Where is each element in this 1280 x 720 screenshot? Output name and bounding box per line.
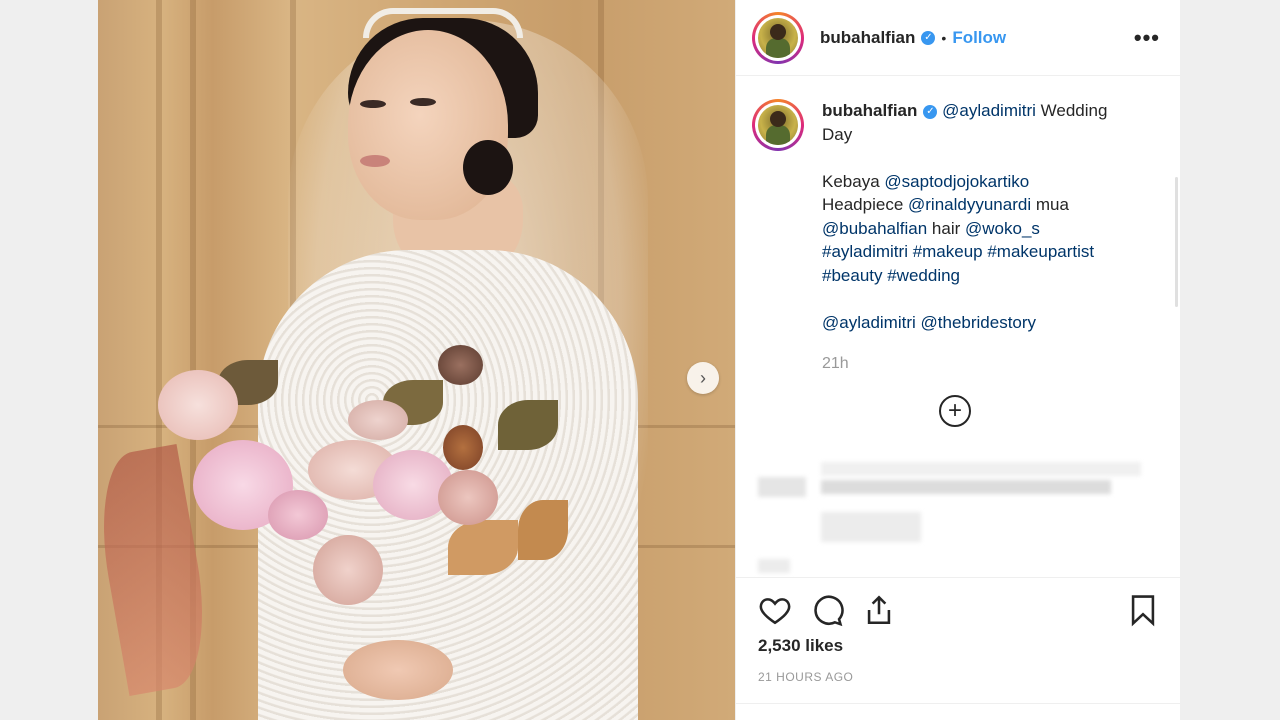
rose (348, 400, 408, 440)
action-icons (758, 578, 1160, 642)
post-actions: 2,530 likes 21 HOURS AGO (736, 577, 1180, 720)
lips (360, 155, 390, 167)
leaf (448, 520, 518, 575)
avatar-image (758, 105, 798, 145)
peony (268, 490, 328, 540)
mention-link[interactable]: @woko_s (965, 219, 1040, 238)
blurred-comment (821, 480, 1111, 494)
mention-link[interactable]: @ayladimitri (942, 101, 1036, 120)
plus-circle-icon[interactable]: + (939, 395, 971, 427)
mention-link[interactable]: @bubahalfian (822, 219, 927, 238)
caption: bubahalfian ✓ @ayladimitri Wedding Day Ke… (736, 77, 1180, 376)
divider (736, 703, 1180, 704)
hashtag-links[interactable]: #beauty #wedding (822, 266, 960, 285)
heart-icon[interactable] (758, 593, 792, 627)
post-photo[interactable]: › (98, 0, 735, 720)
blurred-comment (821, 462, 1141, 476)
hashtag-links[interactable]: #ayladimitri #makeup #makeupartist (822, 242, 1094, 261)
header-username[interactable]: bubahalfian (820, 28, 915, 48)
credit-label: Headpiece (822, 195, 904, 214)
verified-badge-icon: ✓ (921, 30, 936, 45)
post-side-panel: bubahalfian ✓ • Follow ••• bubahalfian ✓ (735, 0, 1180, 720)
follow-button[interactable]: Follow (952, 28, 1006, 48)
separator-dot: • (941, 29, 947, 46)
credit-label: Kebaya (822, 171, 880, 191)
caption-time[interactable]: 21h (822, 352, 1142, 376)
scrollbar[interactable] (1175, 177, 1178, 307)
hair-bun (463, 140, 513, 195)
lotus-pod (443, 425, 483, 470)
credit-label: mua (1035, 195, 1069, 214)
share-icon[interactable] (862, 593, 896, 627)
eye (360, 100, 386, 108)
post-timestamp[interactable]: 21 HOURS AGO (758, 670, 1160, 684)
leaf (518, 500, 568, 560)
tagged-accounts: @ayladimitri @thebridestory (822, 311, 1142, 335)
mention-link[interactable]: @saptodjojokartiko (884, 172, 1029, 191)
bouquet (98, 340, 568, 720)
leaf (498, 400, 558, 450)
mention-link[interactable]: @thebridestory (921, 313, 1037, 332)
credit-label: hair (931, 218, 961, 238)
post-header: bubahalfian ✓ • Follow ••• (736, 0, 1180, 76)
comment-icon[interactable] (810, 593, 844, 627)
blurred-comment-avatar (758, 477, 806, 497)
comments-section[interactable]: bubahalfian ✓ @ayladimitri Wedding Day Ke… (736, 77, 1180, 577)
eye (410, 98, 436, 106)
chevron-right-icon: › (700, 367, 706, 388)
caption-username[interactable]: bubahalfian (822, 101, 917, 120)
avatar-ring (755, 14, 801, 61)
more-options-icon[interactable]: ••• (1134, 25, 1160, 51)
caption-avatar[interactable] (752, 99, 804, 151)
credits: Kebaya @saptodjojokartiko Headpiece @rin… (822, 170, 1142, 288)
post-dialog: › bubahalfian ✓ • Follow ••• bubahalfian… (98, 0, 1180, 720)
mention-link[interactable]: @ayladimitri (822, 313, 916, 332)
hands (343, 640, 453, 700)
rose (438, 470, 498, 525)
caption-text: bubahalfian ✓ @ayladimitri Wedding Day Ke… (822, 99, 1142, 376)
likes-count[interactable]: 2,530 likes (758, 636, 1160, 656)
lotus-pod (438, 345, 483, 385)
avatar-image (758, 17, 798, 58)
next-photo-button[interactable]: › (687, 362, 719, 394)
avatar[interactable] (752, 11, 804, 64)
bookmark-icon[interactable] (1126, 593, 1160, 627)
mention-link[interactable]: @rinaldyyunardi (908, 195, 1031, 214)
page: › bubahalfian ✓ • Follow ••• bubahalfian… (0, 0, 1280, 720)
headpiece (363, 8, 523, 38)
rose (313, 535, 383, 605)
blurred-comment (821, 512, 921, 542)
blurred-comment (758, 559, 790, 573)
verified-badge-icon: ✓ (923, 104, 938, 119)
rose (158, 370, 238, 440)
avatar-ring (755, 102, 801, 148)
